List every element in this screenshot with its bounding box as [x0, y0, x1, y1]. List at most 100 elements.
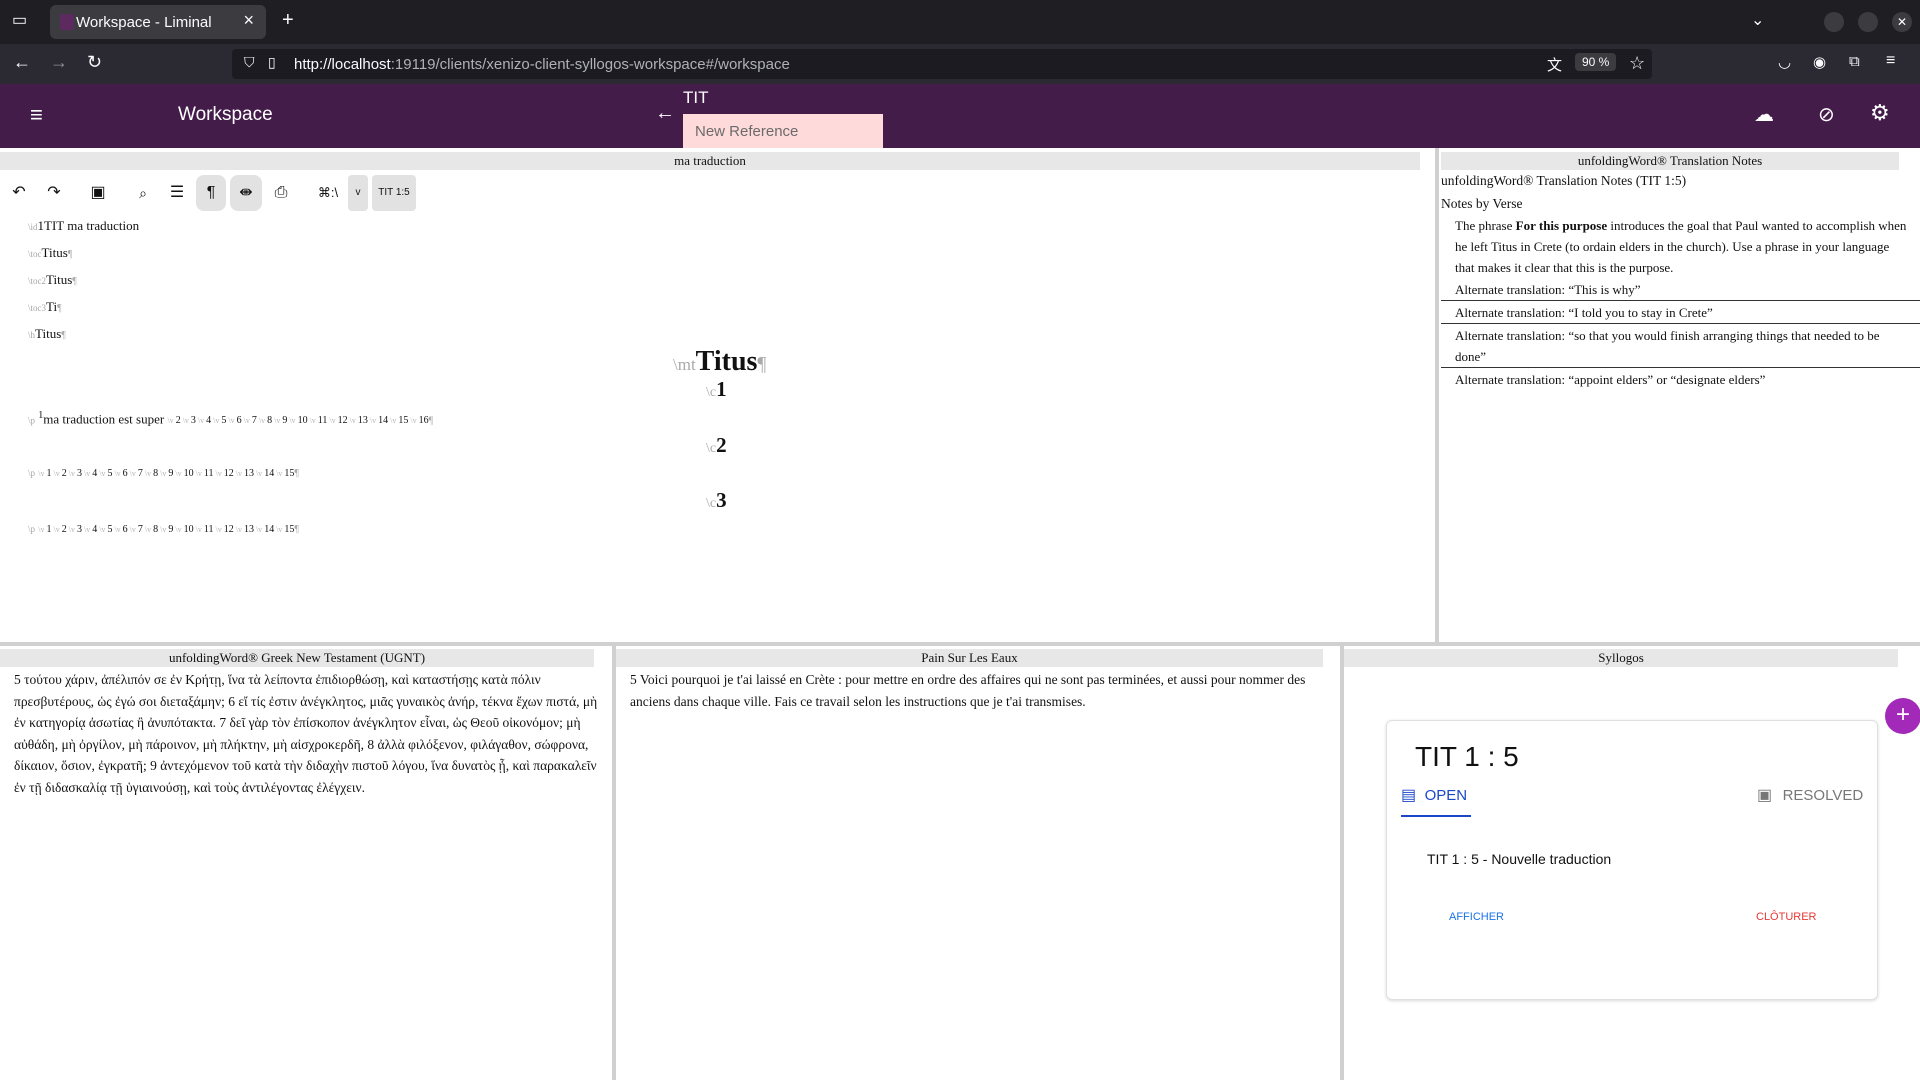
- sync-off-icon[interactable]: ⊘: [1818, 102, 1835, 127]
- notes-panel-title: unfoldingWord® Translation Notes: [1441, 152, 1899, 170]
- view-button[interactable]: AFFICHER: [1449, 911, 1504, 923]
- verse-marker: \v: [112, 469, 123, 478]
- pilcrow-mark: ¶: [61, 330, 66, 341]
- editor-panel-title: ma traduction: [0, 152, 1420, 170]
- account-icon[interactable]: ◉: [1813, 53, 1826, 71]
- close-tab-icon[interactable]: ×: [243, 10, 254, 31]
- chapter-2-paragraph[interactable]: \p \v 1 \v 2 \v 3 \v 4 \v 5 \v 6 \v 7 \v…: [28, 464, 299, 480]
- tab-resolved[interactable]: ▣ RESOLVED: [1757, 785, 1863, 817]
- maximize-icon[interactable]: [1858, 12, 1878, 32]
- reference-input[interactable]: New Reference: [683, 114, 883, 148]
- verse-marker: \v: [180, 416, 191, 426]
- verse-marker: \v: [327, 416, 338, 426]
- new-tab-icon[interactable]: +: [282, 9, 294, 32]
- chapter-1-paragraph[interactable]: \p 1ma traduction est super \v 2 \v 3 \v…: [28, 410, 433, 427]
- toc-line[interactable]: \tocTitus¶: [28, 245, 72, 261]
- settings-icon[interactable]: ⚙: [1870, 100, 1890, 126]
- reload-icon[interactable]: ↻: [87, 52, 102, 73]
- id-line[interactable]: \id1TIT ma traduction: [28, 218, 139, 234]
- forward-icon[interactable]: →: [50, 52, 68, 73]
- tab-open[interactable]: ▤ OPEN: [1401, 785, 1472, 817]
- split-icon[interactable]: ⇼: [230, 175, 262, 211]
- app-menu-icon[interactable]: ≡: [1886, 52, 1895, 70]
- print-icon[interactable]: ⎙: [266, 175, 296, 211]
- chapter-heading[interactable]: \c2: [706, 433, 727, 458]
- main-title-line[interactable]: \mtTitus¶: [673, 346, 766, 378]
- chevron-down-icon[interactable]: v: [348, 175, 368, 211]
- cloud-off-icon[interactable]: ☁: [1754, 102, 1774, 127]
- verse-number: 15: [284, 524, 295, 535]
- pilcrow-icon[interactable]: ¶: [196, 175, 226, 211]
- verse-text: ma traduction est super: [43, 411, 165, 427]
- mt-pilcrow: ¶: [757, 353, 767, 375]
- verse-number: 10: [297, 415, 308, 427]
- verse-number: 13: [243, 524, 254, 535]
- translate-icon[interactable]: 文: [1547, 54, 1562, 75]
- reference-chip[interactable]: TIT 1:5: [372, 175, 416, 211]
- verse-number: 10: [183, 468, 194, 479]
- verse-marker: \v: [81, 525, 93, 534]
- format-icon[interactable]: ☰: [164, 175, 190, 211]
- toc2-line[interactable]: \toc2Titus¶: [28, 272, 77, 288]
- url-field[interactable]: ⛉ ▯ http://localhost:19119/clients/xeniz…: [232, 49, 1652, 79]
- note-divider: [1441, 323, 1920, 324]
- verse-marker: \v: [274, 525, 285, 534]
- ugnt-passage: 5 τούτου χάριν, ἀπέλιπόν σε ἐν Κρήτῃ, ἵν…: [14, 672, 598, 795]
- verse-number: 12: [337, 415, 348, 427]
- chapter-heading[interactable]: \c3: [706, 488, 727, 513]
- chapter-heading[interactable]: \c1: [706, 377, 727, 402]
- toc3-line[interactable]: \toc3Ti¶: [28, 299, 62, 315]
- verse-marker: \v: [97, 469, 108, 478]
- plus-icon[interactable]: +: [1885, 698, 1920, 734]
- panel-resize-handle[interactable]: [1340, 646, 1344, 1080]
- verse-marker: \v: [38, 525, 47, 534]
- shield-icon[interactable]: ⛉: [244, 54, 255, 71]
- pilcrow-mark: ¶: [67, 249, 73, 260]
- tab-open-label: OPEN: [1424, 787, 1468, 804]
- url-text: http://localhost:19119/clients/xenizo-cl…: [294, 56, 790, 73]
- verse-number: 15: [284, 468, 295, 479]
- main-title: Titus: [695, 346, 758, 377]
- verse-marker: \v: [272, 416, 283, 426]
- close-window-icon[interactable]: ✕: [1892, 12, 1912, 32]
- verse-marker: \v: [51, 525, 62, 534]
- chapter-number: 1: [716, 377, 727, 401]
- shortcut-label[interactable]: ⌘:\: [311, 175, 345, 211]
- pocket-icon[interactable]: ◡: [1778, 53, 1791, 71]
- horizontal-resize-handle[interactable]: [0, 642, 1920, 646]
- minimize-icon[interactable]: [1824, 12, 1844, 32]
- browser-tab[interactable]: Workspace - Liminal ×: [50, 5, 266, 39]
- redo-icon[interactable]: ↷: [40, 175, 68, 211]
- tab-list-icon[interactable]: ▭: [12, 10, 27, 30]
- search-icon[interactable]: ⌕: [130, 175, 156, 211]
- note-intro-pre: The phrase: [1455, 218, 1516, 233]
- bookmark-star-icon[interactable]: ☆: [1629, 53, 1645, 74]
- panel-resize-handle[interactable]: [612, 646, 616, 1080]
- menu-icon[interactable]: ≡: [30, 102, 43, 128]
- discussion-item-text: TIT 1 : 5 - Nouvelle traduction: [1427, 851, 1612, 867]
- chapter-3-paragraph[interactable]: \p \v 1 \v 2 \v 3 \v 4 \v 5 \v 6 \v 7 \v…: [28, 520, 299, 536]
- verse-marker: \v: [38, 469, 47, 478]
- verse-marker: \v: [142, 525, 154, 534]
- back-arrow-icon[interactable]: ←: [655, 102, 675, 125]
- tab-overflow-chevron-icon[interactable]: ⌄: [1751, 10, 1764, 30]
- verse-marker: \v: [211, 416, 222, 426]
- chapter-marker: \c: [706, 496, 717, 511]
- extensions-icon[interactable]: ⧉: [1849, 53, 1860, 70]
- verse-marker: \v: [287, 416, 298, 426]
- back-icon[interactable]: ←: [13, 52, 31, 73]
- verse-number: 13: [357, 415, 368, 427]
- panel-resize-handle[interactable]: [1435, 148, 1439, 642]
- verse-number: 14: [264, 468, 275, 479]
- id-text: 1TIT ma traduction: [37, 218, 140, 233]
- verse-marker: \v: [408, 416, 419, 426]
- page-icon[interactable]: ▯: [268, 54, 276, 71]
- undo-icon[interactable]: ↶: [6, 175, 32, 211]
- verse-marker: \v: [127, 525, 138, 534]
- h-line[interactable]: \hTitus¶: [28, 326, 66, 342]
- save-icon[interactable]: ▣: [85, 175, 111, 211]
- pilcrow-mark: ¶: [294, 468, 299, 479]
- zoom-level[interactable]: 90 %: [1575, 53, 1617, 71]
- close-discussion-button[interactable]: CLÔTURER: [1756, 911, 1817, 923]
- header-marker: \toc: [28, 249, 42, 259]
